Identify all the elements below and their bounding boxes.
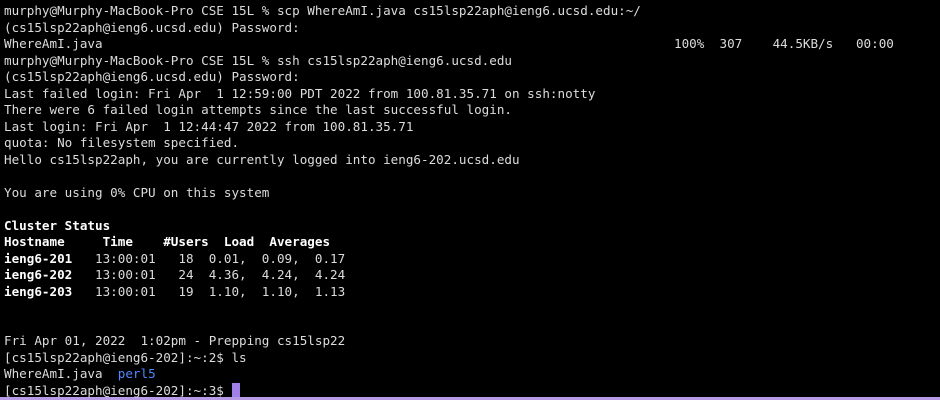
ls-directory-entry: perl5	[117, 366, 156, 381]
transferred-file-name: WhereAmI.java	[4, 36, 103, 51]
cluster-hostname: ieng6-202	[4, 267, 73, 282]
cluster-stats: 13:00:01 24 4.36, 4.24, 4.24	[72, 267, 346, 282]
terminal-line-ssh-command: murphy@Murphy-MacBook-Pro CSE 15L % ssh …	[4, 52, 512, 68]
terminal-line-prepping: Fri Apr 01, 2022 1:02pm - Prepping cs15l…	[4, 333, 346, 348]
terminal-line-quota: quota: No filesystem specified.	[4, 135, 240, 150]
cluster-status-row: ieng6-201 13:00:01 18 0.01, 0.09, 0.17	[4, 251, 940, 268]
cluster-stats: 13:00:01 18 0.01, 0.09, 0.17	[72, 250, 346, 266]
terminal-line-hello: Hello cs15lsp22aph, you are currently lo…	[4, 151, 520, 167]
terminal-window[interactable]: murphy@Murphy-MacBook-Pro CSE 15L % scp …	[0, 0, 940, 400]
terminal-line-password-prompt-2: (cs15lsp22aph@ieng6.ucsd.edu) Password:	[4, 69, 300, 84]
transfer-stats: 100% 307 44.5KB/s 00:00	[674, 36, 894, 51]
cluster-status-row: ieng6-203 13:00:01 19 1.10, 1.10, 1.13	[4, 284, 940, 301]
terminal-line-failed-attempts: There were 6 failed login attempts since…	[4, 102, 512, 117]
cluster-hostname: ieng6-203	[4, 283, 73, 299]
cluster-status-row: ieng6-202 13:00:01 24 4.36, 4.24, 4.24	[4, 267, 940, 284]
terminal-line-active-prompt[interactable]: [cs15lsp22aph@ieng6-202]:~:3$	[4, 382, 940, 400]
terminal-line-ls-command: [cs15lsp22aph@ieng6-202]:~:2$ ls	[4, 349, 247, 365]
cluster-stats: 13:00:01 19 1.10, 1.10, 1.13	[72, 283, 346, 299]
terminal-line-last-failed-login: Last failed login: Fri Apr 1 12:59:00 PD…	[4, 85, 596, 101]
terminal-line-scp-command: murphy@Murphy-MacBook-Pro CSE 15L % scp …	[4, 3, 641, 18]
shell-prompt: [cs15lsp22aph@ieng6-202]:~:3$	[4, 382, 232, 398]
terminal-line-ls-output: WhereAmI.java perl5	[4, 366, 940, 383]
text-cursor	[232, 382, 241, 397]
terminal-line-last-login: Last login: Fri Apr 1 12:44:47 2022 from…	[4, 118, 414, 134]
terminal-line-cpu-usage: You are using 0% CPU on this system	[4, 184, 270, 200]
terminal-line-password-prompt: (cs15lsp22aph@ieng6.ucsd.edu) Password:	[4, 19, 300, 35]
cluster-status-header-row: Hostname Time #Users Load Averages	[4, 234, 331, 249]
cluster-status-heading: Cluster Status	[4, 217, 111, 233]
cluster-hostname: ieng6-201	[4, 250, 73, 266]
terminal-line-scp-transfer: WhereAmI.java 100% 307 44.5KB/s 00:00	[4, 36, 940, 53]
ls-file-entry: WhereAmI.java	[4, 366, 118, 381]
